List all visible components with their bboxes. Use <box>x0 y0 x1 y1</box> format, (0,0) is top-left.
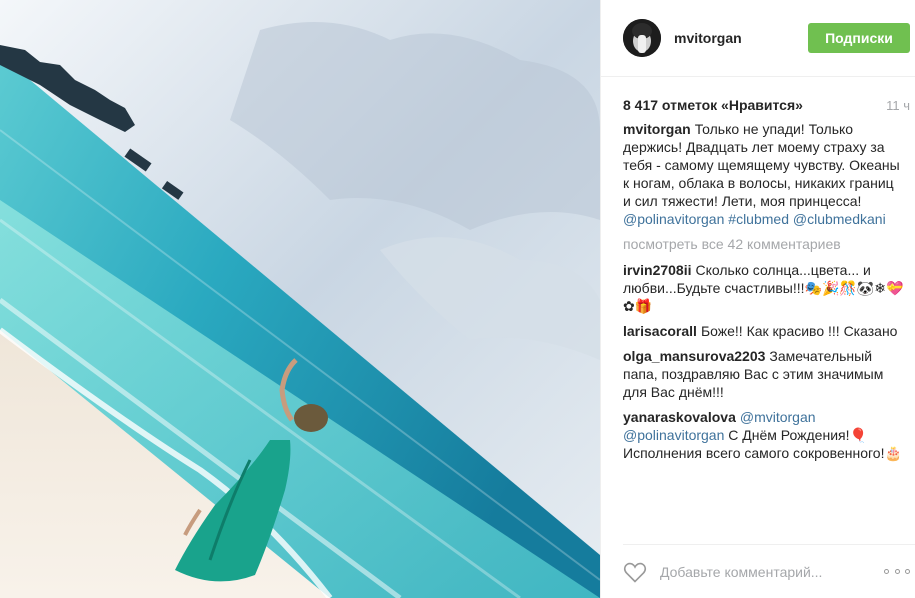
comments-list: mvitorgan Только не упади! Только держись… <box>601 111 915 544</box>
comment-item: larisacorall Боже!! Как красиво !!! Сказа… <box>623 322 905 340</box>
comment-username[interactable]: larisacorall <box>623 323 697 339</box>
add-comment-input[interactable] <box>658 562 884 581</box>
comment-item: yanaraskovalova @mvitorgan @polinavitorga… <box>623 408 905 462</box>
heart-icon[interactable] <box>623 561 647 583</box>
caption-mention-polinavitorgan[interactable]: @polinavitorgan <box>623 211 724 227</box>
comment-username[interactable]: olga_mansurova2203 <box>623 348 765 364</box>
comment-mention-mvitorgan[interactable]: @mvitorgan <box>740 409 816 425</box>
beach-photo-image <box>0 0 600 598</box>
comment-text: Боже!! Как красиво !!! Сказано <box>700 323 898 339</box>
caption: mvitorgan Только не упади! Только держись… <box>623 120 905 228</box>
more-options-icon[interactable] <box>884 569 910 574</box>
dot <box>894 569 900 574</box>
comment-username[interactable]: irvin2708ii <box>623 262 692 278</box>
dot <box>905 569 910 574</box>
post-header: mvitorgan Подписки <box>601 0 915 77</box>
caption-hashtag-clubmed[interactable]: #clubmed <box>728 211 789 227</box>
caption-mention-clubmedkani[interactable]: @clubmedkani <box>793 211 886 227</box>
follow-button[interactable]: Подписки <box>808 23 910 53</box>
add-comment-bar <box>623 544 915 598</box>
post-meta: 8 417 отметок «Нравится» 11 ч <box>601 77 915 113</box>
comment-item: olga_mansurova2203 Замечательный папа, по… <box>623 347 905 401</box>
caption-username[interactable]: mvitorgan <box>623 121 691 137</box>
dot <box>884 569 889 574</box>
comment-mention-polinavitorgan[interactable]: @polinavitorgan <box>623 427 724 443</box>
avatar-icon <box>623 19 661 57</box>
comment-username[interactable]: yanaraskovalova <box>623 409 736 425</box>
avatar[interactable] <box>623 19 661 57</box>
post-photo[interactable] <box>0 0 600 598</box>
author-username[interactable]: mvitorgan <box>674 30 808 46</box>
view-all-comments-link[interactable]: посмотреть все 42 комментариев <box>623 235 905 253</box>
post-side-panel: mvitorgan Подписки 8 417 отметок «Нравит… <box>600 0 915 598</box>
instagram-post: mvitorgan Подписки 8 417 отметок «Нравит… <box>0 0 915 598</box>
comment-item: irvin2708ii Сколько солнца...цвета... и л… <box>623 261 905 315</box>
